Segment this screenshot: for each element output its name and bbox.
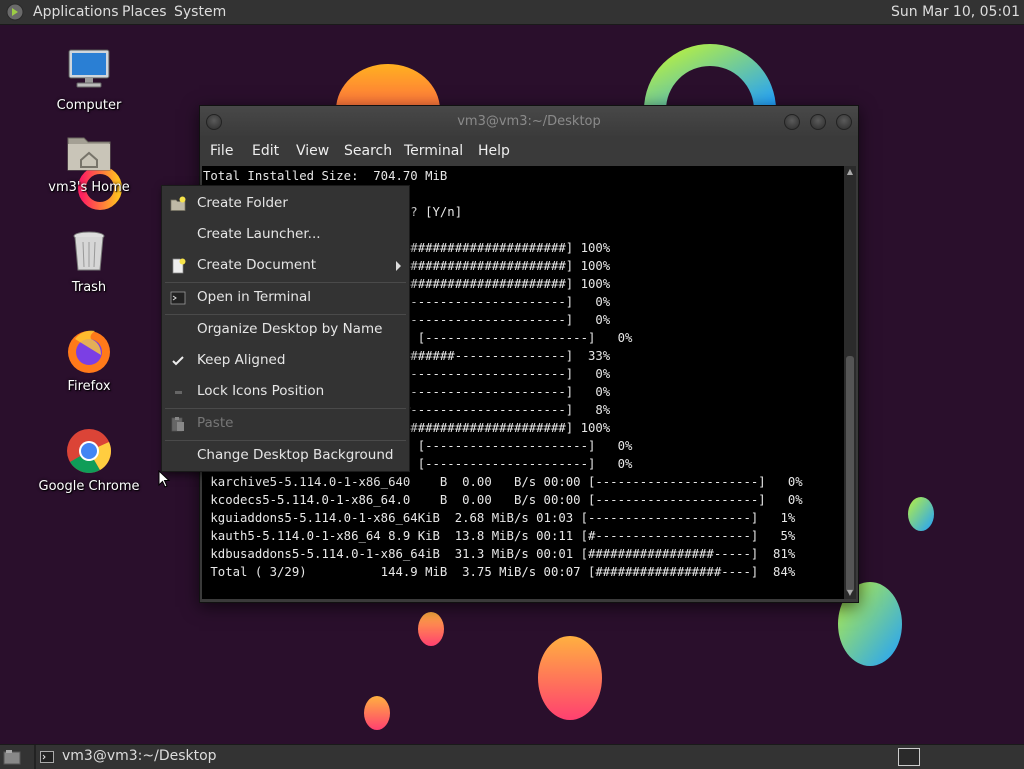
scroll-up-arrow-icon[interactable]: ▲ [844, 166, 856, 178]
terminal-line: Total ( 3/29) 144.9 MiB 3.75 MiB/s 00:07… [203, 565, 796, 579]
close-button[interactable] [836, 114, 852, 130]
trash-icon [65, 228, 113, 276]
lock-icon [175, 391, 182, 394]
top-panel: Applications Places System Sun Mar 10, 0… [0, 0, 1024, 25]
document-new-icon [172, 258, 186, 274]
menu-edit[interactable]: Edit [252, 143, 279, 159]
workspace-switcher[interactable] [898, 748, 920, 766]
desktop-icon-home[interactable]: vm3's Home [34, 128, 144, 195]
menu-item-label: Create Launcher... [197, 226, 321, 242]
show-desktop-icon[interactable] [3, 749, 21, 765]
desktop-icon-trash[interactable]: Trash [34, 228, 144, 295]
desktop-icon-chrome[interactable]: Google Chrome [34, 427, 144, 494]
menu-separator [165, 408, 406, 409]
desktop-icon-label: Trash [71, 280, 107, 295]
terminal-scrollbar[interactable]: ▲ ▼ [844, 166, 856, 599]
menu-item-create-folder[interactable]: Create Folder [162, 190, 409, 218]
menu-search[interactable]: Search [344, 143, 392, 159]
taskbar-button-terminal[interactable]: vm3@vm3:~/Desktop [37, 745, 337, 769]
scroll-down-arrow-icon[interactable]: ▼ [844, 587, 856, 599]
terminal-line: kcodecs5-5.114.0-1-x86_64.0 B 0.00 B/s 0… [203, 493, 803, 507]
menu-item-organize-by-name[interactable]: Organize Desktop by Name [162, 316, 409, 344]
chrome-icon [65, 427, 113, 475]
terminal-line: kdbusaddons5-5.114.0-1-x86_64iB 31.3 MiB… [203, 547, 796, 561]
window-menu-button[interactable] [206, 114, 222, 130]
submenu-arrow-icon [396, 261, 401, 271]
desktop-icon-label: Computer [56, 98, 122, 113]
computer-icon [65, 46, 113, 94]
menu-item-label: Create Document [197, 257, 317, 273]
menu-terminal[interactable]: Terminal [404, 143, 463, 159]
terminal-icon [170, 291, 186, 305]
menu-item-change-background[interactable]: Change Desktop Background [162, 442, 409, 470]
window-title: vm3@vm3:~/Desktop [457, 114, 601, 129]
home-folder-icon [65, 128, 113, 176]
desktop-icon-label: vm3's Home [48, 180, 130, 195]
minimize-button[interactable] [784, 114, 800, 130]
terminal-line: kguiaddons5-5.114.0-1-x86_64KiB 2.68 MiB… [203, 511, 796, 525]
menu-view[interactable]: View [296, 143, 329, 159]
menu-applications[interactable]: Applications [33, 4, 119, 20]
menu-separator [165, 282, 406, 283]
bottom-panel: vm3@vm3:~/Desktop [0, 744, 1024, 769]
menu-separator [165, 440, 406, 441]
mouse-cursor-icon [158, 470, 171, 488]
menu-system[interactable]: System [174, 4, 226, 20]
desktop-icon-computer[interactable]: Computer [34, 46, 144, 113]
menu-help[interactable]: Help [478, 143, 510, 159]
menu-item-label: Create Folder [197, 195, 288, 211]
terminal-line: Total Installed Size: 704.70 MiB [203, 169, 448, 183]
mate-logo-icon[interactable] [6, 3, 24, 21]
menu-item-paste: Paste [162, 410, 409, 438]
desktop-icon-label: Firefox [67, 379, 111, 394]
scrollbar-thumb[interactable] [846, 356, 854, 592]
taskbar-button-label: vm3@vm3:~/Desktop [62, 748, 217, 764]
folder-new-icon [170, 196, 186, 211]
menu-item-open-in-terminal[interactable]: Open in Terminal [162, 284, 409, 312]
check-icon [172, 356, 184, 366]
terminal-line: kauth5-5.114.0-1-x86_64 8.9 KiB 13.8 MiB… [203, 529, 796, 543]
menu-item-label: Keep Aligned [197, 352, 286, 368]
menu-item-label: Paste [197, 415, 234, 431]
menu-item-create-launcher[interactable]: Create Launcher... [162, 221, 409, 249]
maximize-button[interactable] [810, 114, 826, 130]
clock[interactable]: Sun Mar 10, 05:01 [891, 4, 1020, 20]
menu-item-create-document[interactable]: Create Document [162, 252, 409, 280]
menu-file[interactable]: File [210, 143, 233, 159]
menu-item-lock-icons-position[interactable]: Lock Icons Position [162, 378, 409, 406]
menu-separator [165, 314, 406, 315]
terminal-menubar: File Edit View Search Terminal Help [200, 138, 858, 166]
desktop-context-menu: Create Folder Create Launcher... Create … [161, 185, 410, 472]
terminal-icon [40, 751, 54, 763]
menu-item-label: Change Desktop Background [197, 447, 394, 463]
menu-item-label: Organize Desktop by Name [197, 321, 383, 337]
paste-icon [171, 417, 184, 432]
desktop-icon-label: Google Chrome [38, 479, 140, 494]
window-titlebar[interactable]: vm3@vm3:~/Desktop [200, 106, 858, 138]
terminal-line: karchive5-5.114.0-1-x86_640 B 0.00 B/s 0… [203, 475, 803, 489]
desktop-icon-firefox[interactable]: Firefox [34, 327, 144, 394]
menu-item-label: Open in Terminal [197, 289, 311, 305]
panel-separator [34, 745, 36, 769]
menu-item-label: Lock Icons Position [197, 383, 325, 399]
firefox-icon [65, 327, 113, 375]
menu-places[interactable]: Places [122, 4, 167, 20]
menu-item-keep-aligned[interactable]: Keep Aligned [162, 347, 409, 375]
